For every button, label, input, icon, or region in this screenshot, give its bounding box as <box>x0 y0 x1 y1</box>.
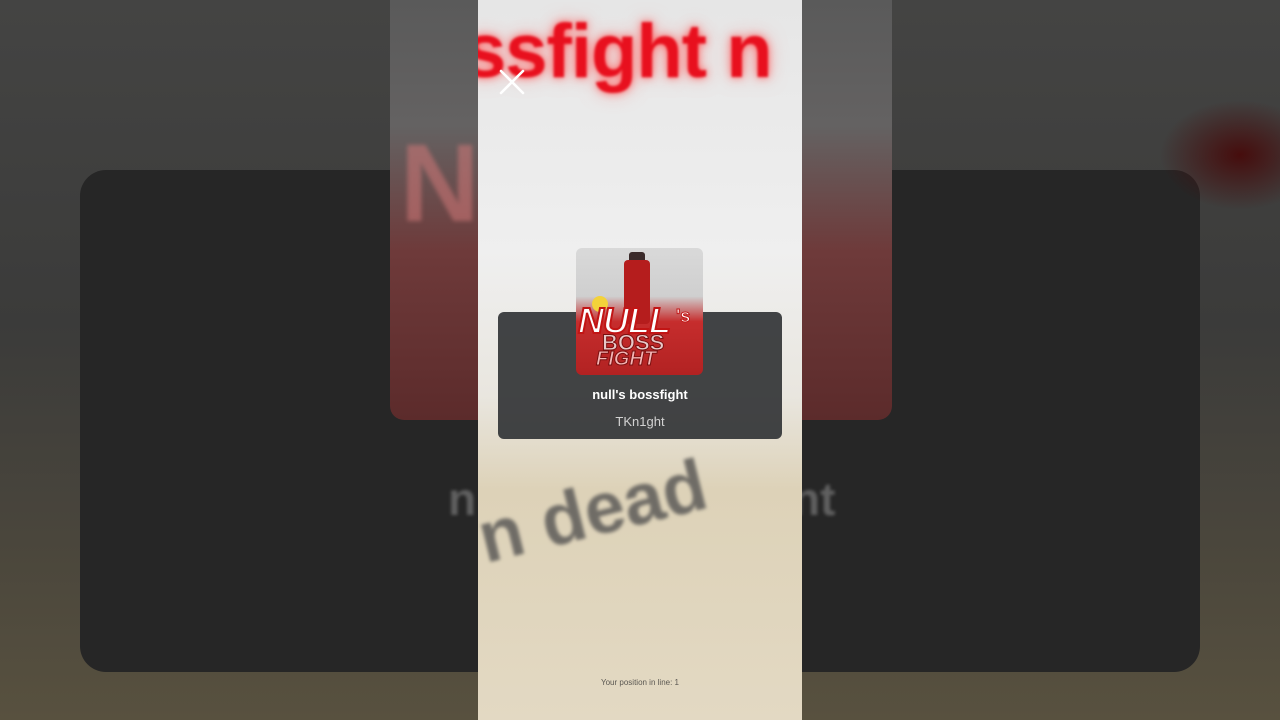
game-title: null's bossfight <box>592 387 688 402</box>
background-blur-text-right: nt <box>802 473 836 525</box>
background-dead-text: n dead <box>478 444 715 579</box>
close-icon <box>499 69 525 95</box>
background-red-glow <box>1160 100 1280 210</box>
blurred-background-right: nt <box>802 0 1280 720</box>
thumbnail-fight-text: FIGHT <box>596 348 657 371</box>
background-thumbnail-letter: N <box>400 122 478 245</box>
queue-position-text: Your position in line: 1 <box>601 678 679 687</box>
thumbnail-possessive-text: 's <box>675 306 691 327</box>
game-join-screen: ssfight n n dead NULL 's BOSS FIGHT null… <box>478 0 802 720</box>
background-thumbnail-left: N <box>390 0 478 420</box>
blurred-background-left: N n <box>0 0 478 720</box>
background-blur-text-left: n <box>448 473 477 525</box>
game-creator: TKn1ght <box>615 414 665 429</box>
game-card: NULL 's BOSS FIGHT null's bossfight TKn1… <box>498 248 782 439</box>
background-thumbnail-right <box>802 0 892 420</box>
close-button[interactable] <box>496 66 528 98</box>
game-thumbnail: NULL 's BOSS FIGHT <box>576 248 703 375</box>
